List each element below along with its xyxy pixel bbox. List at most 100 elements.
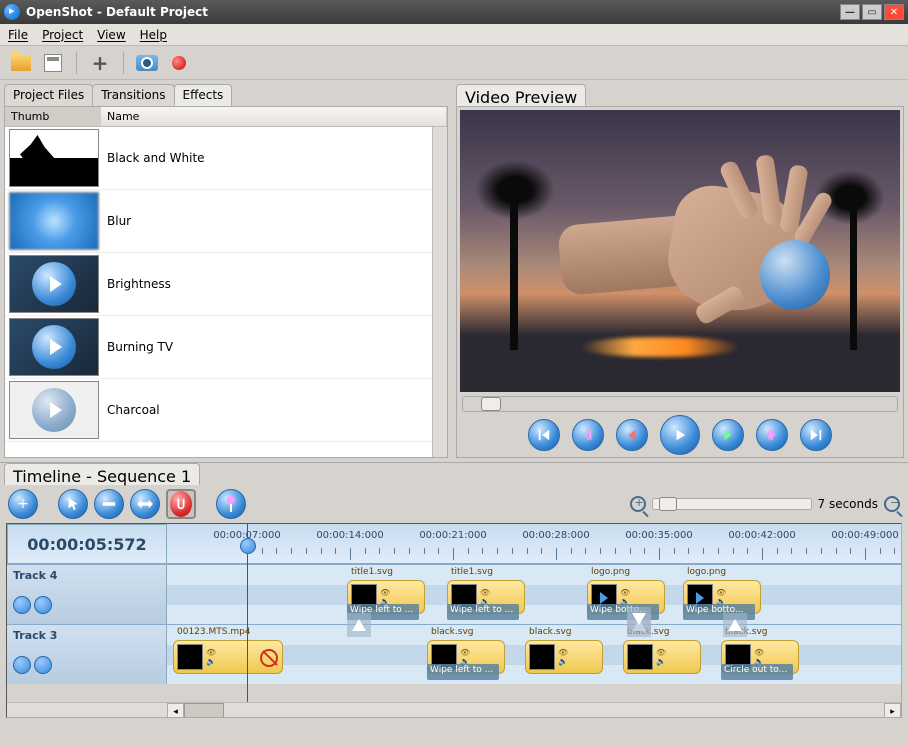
slider-handle-icon[interactable] bbox=[659, 497, 677, 511]
panel-tabs: Project Files Transitions Effects bbox=[4, 84, 448, 106]
effects-scrollbar[interactable] bbox=[432, 127, 447, 457]
effect-item[interactable]: Black and White bbox=[5, 127, 432, 190]
timeline-clip[interactable]: 👁🔈 bbox=[173, 640, 283, 674]
clip-toggle-icons[interactable]: 👁🔈 bbox=[206, 648, 216, 666]
scroll-right-button[interactable]: ▸ bbox=[884, 703, 901, 718]
track-lane[interactable]: title1.svg👁🔈Wipe left to ...title1.svg👁🔈… bbox=[167, 565, 901, 624]
record-icon bbox=[172, 56, 186, 70]
effect-thumb-icon bbox=[9, 192, 99, 250]
clip-thumb-icon bbox=[177, 644, 203, 670]
prev-marker-button[interactable] bbox=[572, 419, 604, 451]
tab-effects[interactable]: Effects bbox=[174, 84, 233, 106]
tab-video-preview[interactable]: Video Preview bbox=[456, 84, 586, 106]
clip-label: 00123.MTS.mp4 bbox=[173, 625, 283, 637]
track-visible-button[interactable] bbox=[13, 596, 31, 614]
menu-help[interactable]: Help bbox=[140, 28, 167, 42]
close-button[interactable]: ✕ bbox=[884, 4, 904, 20]
column-thumb[interactable]: Thumb bbox=[5, 107, 101, 126]
slider-handle-icon[interactable] bbox=[481, 397, 501, 411]
transition-arrow-icon[interactable] bbox=[723, 613, 747, 637]
track-visible-button[interactable] bbox=[13, 656, 31, 674]
track-name: Track 3 bbox=[13, 629, 57, 642]
play-button[interactable] bbox=[660, 415, 700, 455]
tracks-area[interactable]: 00:00:07:00000:00:14:00000:00:21:00000:0… bbox=[167, 524, 901, 702]
effect-thumb-icon bbox=[9, 255, 99, 313]
add-track-button[interactable]: + bbox=[8, 489, 38, 519]
preview-controls bbox=[460, 416, 900, 454]
zoom-slider[interactable] bbox=[652, 498, 812, 510]
track-audio-button[interactable] bbox=[34, 596, 52, 614]
timeline-h-scrollbar[interactable]: ◂ ▸ bbox=[7, 702, 901, 718]
save-button[interactable] bbox=[40, 50, 66, 76]
clip-toggle-icons[interactable]: 👁🔈 bbox=[656, 648, 666, 666]
column-name[interactable]: Name bbox=[101, 107, 447, 126]
preview-seek-slider[interactable] bbox=[462, 396, 898, 412]
track-lane[interactable]: 00123.MTS.mp4 👁🔈 black.svg 👁🔈 Wipe left to .… bbox=[167, 625, 901, 684]
clip-label: black.svg bbox=[525, 625, 603, 637]
menu-project[interactable]: Project bbox=[42, 28, 83, 42]
snapshot-button[interactable] bbox=[134, 50, 160, 76]
effect-name: Burning TV bbox=[107, 340, 173, 354]
record-button[interactable] bbox=[166, 50, 192, 76]
pointer-tool-button[interactable] bbox=[58, 489, 88, 519]
clip-label: logo.png bbox=[587, 565, 665, 577]
timeline-clip[interactable]: 👁🔈 bbox=[525, 640, 603, 674]
scrollbar-thumb[interactable] bbox=[184, 703, 224, 718]
effect-item[interactable]: Blur bbox=[5, 190, 432, 253]
step-back-button[interactable] bbox=[616, 419, 648, 451]
separator bbox=[76, 52, 77, 74]
scroll-left-button[interactable]: ◂ bbox=[167, 703, 184, 718]
transition-label[interactable]: Wipe left to ... bbox=[427, 664, 499, 680]
preview-panel bbox=[456, 106, 904, 458]
playhead[interactable] bbox=[247, 524, 248, 702]
menu-view[interactable]: View bbox=[97, 28, 125, 42]
resize-tool-button[interactable] bbox=[130, 489, 160, 519]
clip-label: logo.png bbox=[683, 565, 761, 577]
maximize-button[interactable]: ▭ bbox=[862, 4, 882, 20]
minimize-button[interactable]: — bbox=[840, 4, 860, 20]
razor-tool-button[interactable] bbox=[94, 489, 124, 519]
timeline-toolbar: + + 7 seconds − bbox=[0, 485, 908, 523]
effect-item[interactable]: Charcoal bbox=[5, 379, 432, 442]
effect-item[interactable]: Burning TV bbox=[5, 316, 432, 379]
transition-label[interactable]: Circle out to... bbox=[721, 664, 793, 680]
transition-arrow-icon[interactable] bbox=[627, 607, 651, 631]
track-header[interactable]: Track 3 bbox=[7, 625, 167, 684]
timeline-clip[interactable]: 👁🔈 bbox=[623, 640, 701, 674]
timeline-ruler[interactable]: 00:00:07:00000:00:14:00000:00:21:00000:0… bbox=[167, 524, 901, 564]
transition-label[interactable]: Wipe left to ... bbox=[447, 604, 519, 620]
import-button[interactable]: + bbox=[87, 50, 113, 76]
transition-arrow-icon[interactable] bbox=[347, 613, 371, 637]
clip-thumb-icon bbox=[627, 644, 653, 670]
zoom-out-icon[interactable]: − bbox=[884, 496, 900, 512]
step-forward-button[interactable] bbox=[712, 419, 744, 451]
tab-project-files[interactable]: Project Files bbox=[4, 84, 93, 106]
timecode-display: 00:00:05:572 bbox=[7, 524, 167, 564]
seek-start-button[interactable] bbox=[528, 419, 560, 451]
next-marker-button[interactable] bbox=[756, 419, 788, 451]
snap-button[interactable] bbox=[166, 489, 196, 519]
zoom-in-icon[interactable]: + bbox=[630, 496, 646, 512]
ruler-tick-label: 00:00:21:000 bbox=[419, 530, 486, 541]
add-marker-button[interactable] bbox=[216, 489, 246, 519]
clip-label: title1.svg bbox=[447, 565, 525, 577]
track-header[interactable]: Track 4 bbox=[7, 565, 167, 624]
video-preview[interactable] bbox=[460, 110, 900, 392]
effect-name: Brightness bbox=[107, 277, 171, 291]
menu-file[interactable]: File bbox=[8, 28, 28, 42]
effect-item[interactable]: Brightness bbox=[5, 253, 432, 316]
open-button[interactable] bbox=[8, 50, 34, 76]
menubar: File Project View Help bbox=[0, 24, 908, 46]
seek-end-button[interactable] bbox=[800, 419, 832, 451]
folder-open-icon bbox=[11, 55, 31, 71]
ruler-tick-label: 00:00:49:000 bbox=[831, 530, 898, 541]
separator bbox=[123, 52, 124, 74]
main-toolbar: + bbox=[0, 46, 908, 80]
effects-list[interactable]: Black and White Blur Brightness Burning … bbox=[5, 127, 432, 457]
track-audio-button[interactable] bbox=[34, 656, 52, 674]
ruler-tick-label: 00:00:42:000 bbox=[728, 530, 795, 541]
tab-transitions[interactable]: Transitions bbox=[92, 84, 174, 106]
clip-toggle-icons[interactable]: 👁🔈 bbox=[558, 648, 568, 666]
tab-timeline[interactable]: Timeline - Sequence 1 bbox=[4, 463, 200, 485]
window-title: OpenShot - Default Project bbox=[26, 5, 840, 19]
